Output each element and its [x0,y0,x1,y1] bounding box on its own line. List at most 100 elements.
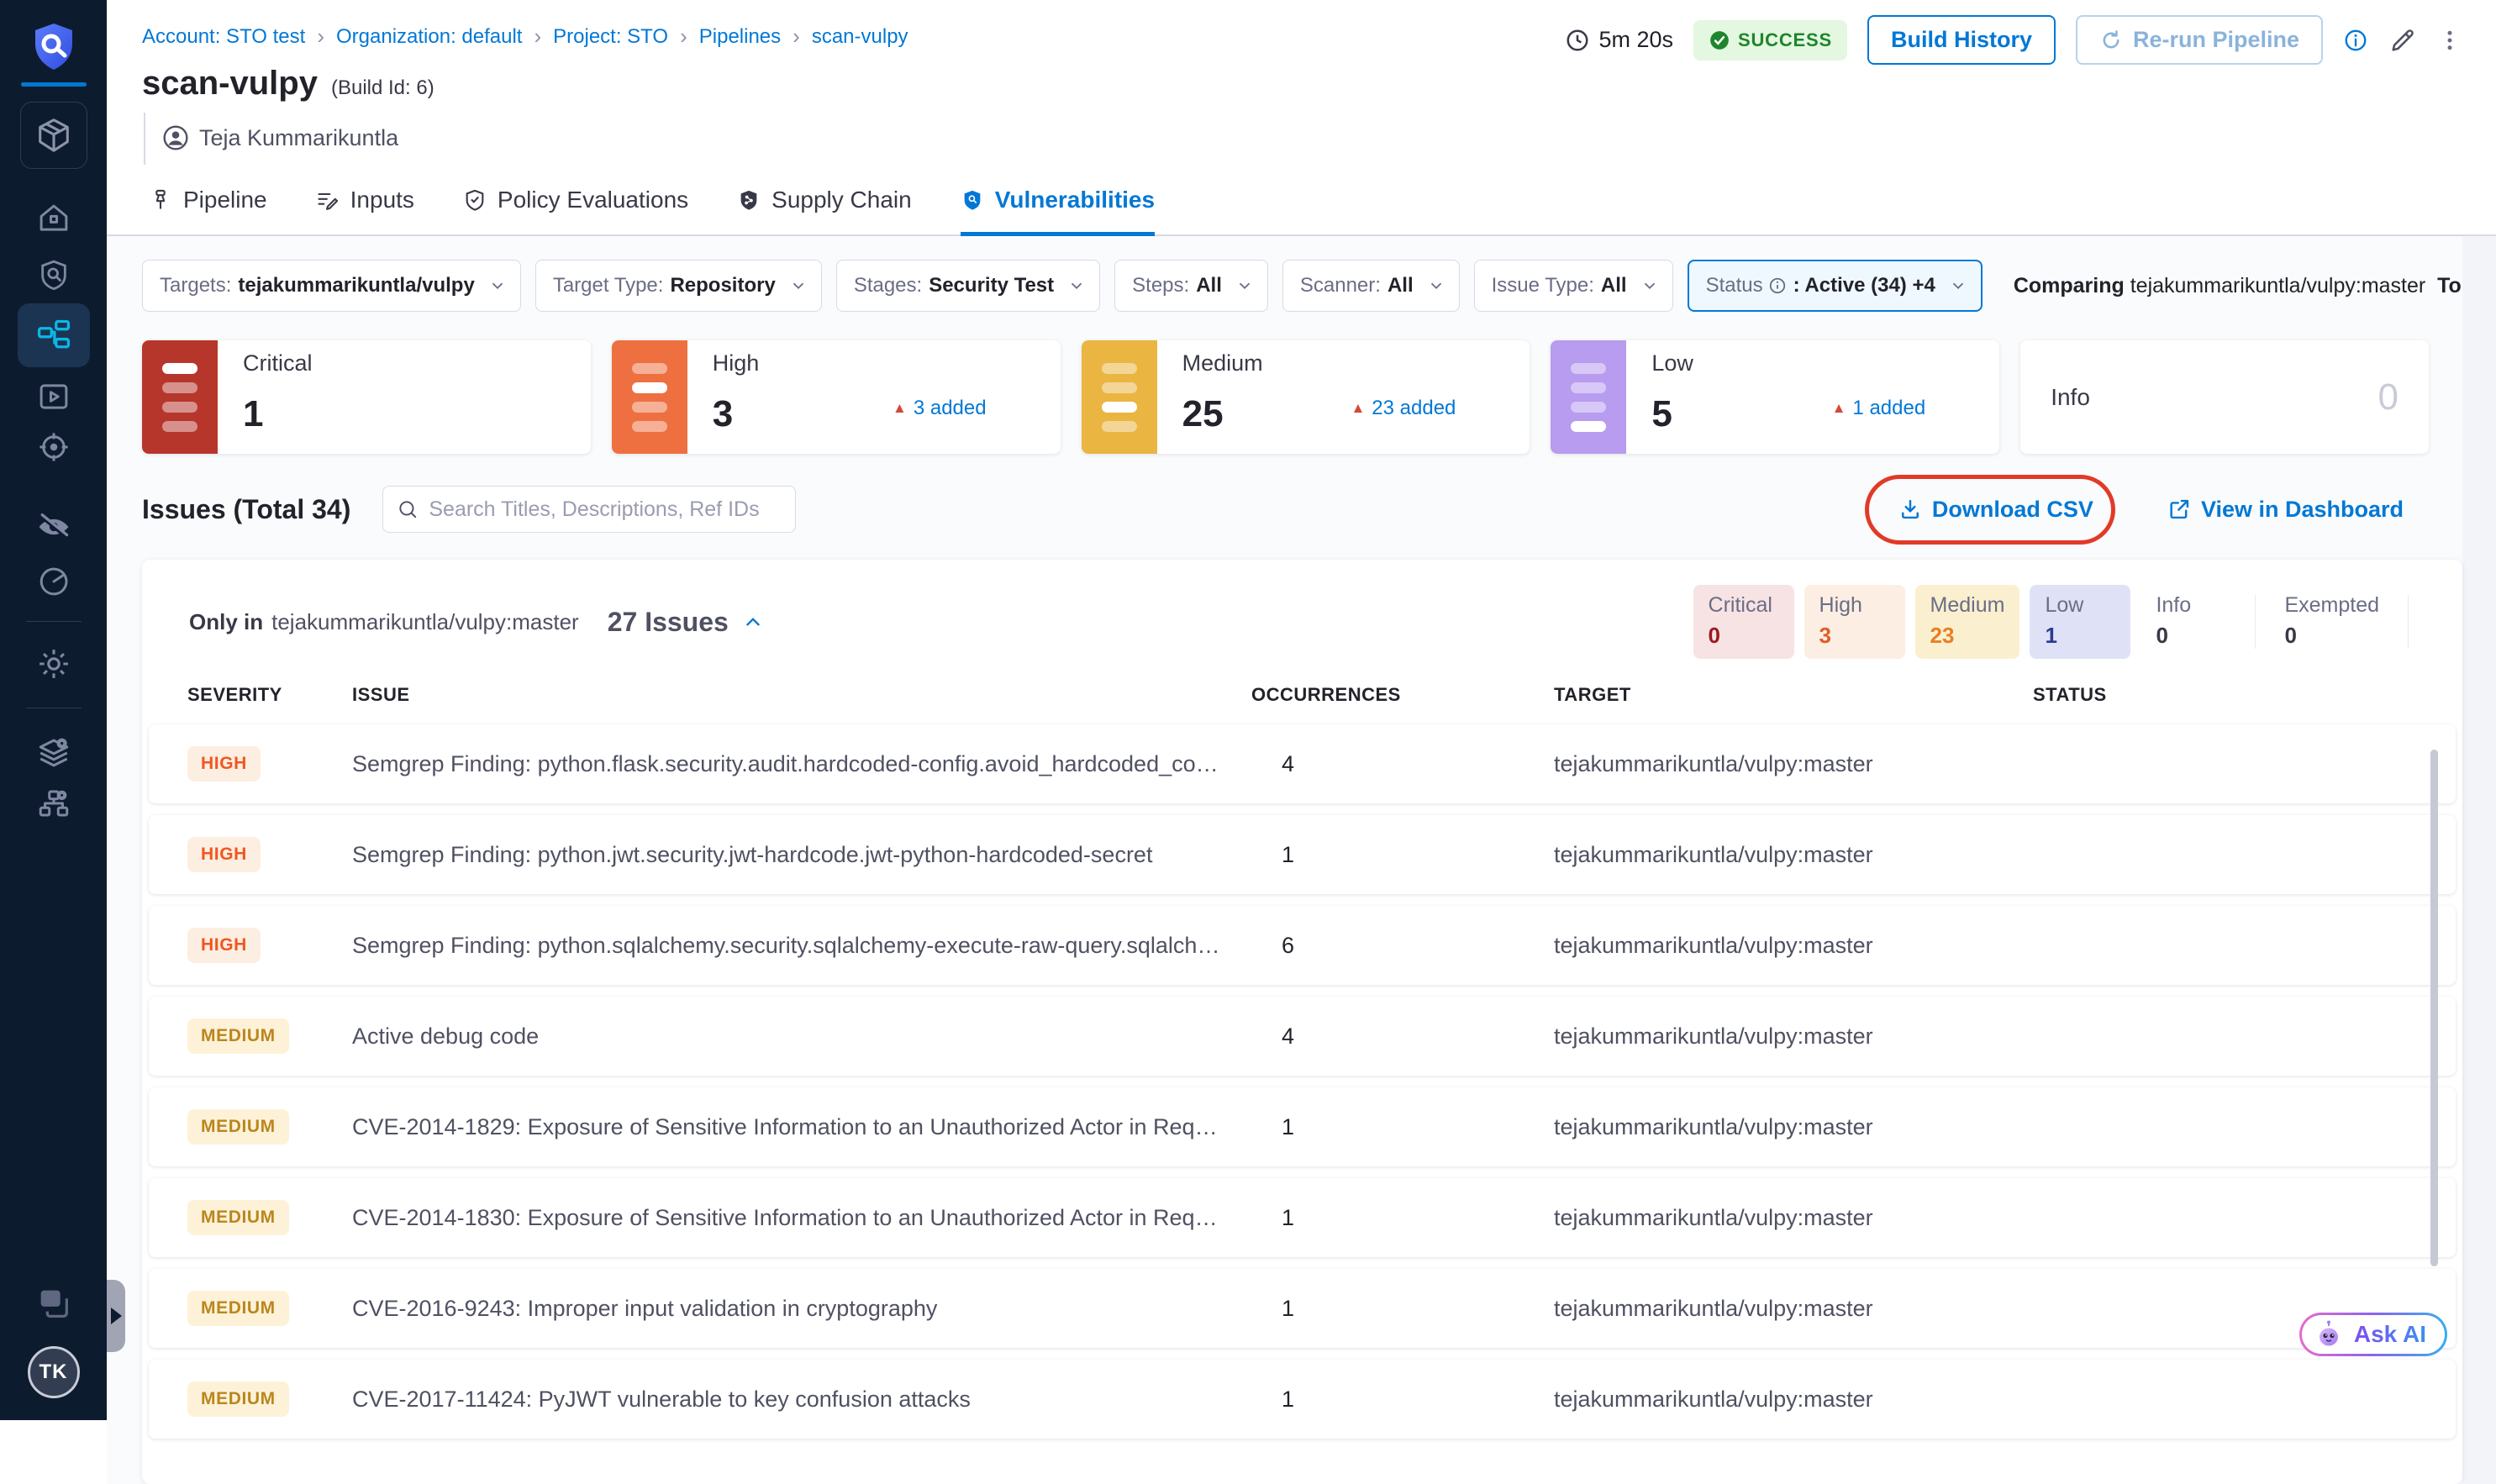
issue-row[interactable]: HIGH Semgrep Finding: python.sqlalchemy.… [149,906,2456,985]
issue-target: tejakummarikuntla/vulpy:master [1554,1387,2033,1413]
sidebar-item-executions[interactable] [36,379,71,414]
more-options-icon[interactable] [2437,28,2462,53]
pipelines-icon [35,317,72,354]
table-scrollbar[interactable] [2430,750,2438,1266]
module-selector-button[interactable] [20,102,87,169]
external-link-icon [2167,497,2191,521]
logo-underline [21,82,87,87]
triangle-up-icon: ▲ [1351,400,1365,417]
info-icon [1768,276,1787,295]
triggered-by-user: Teja Kummarikuntla [199,125,398,151]
issue-row[interactable]: HIGH Semgrep Finding: python.jwt.securit… [149,815,2456,894]
sidebar-divider [26,621,82,622]
breadcrumb-separator: › [793,24,800,50]
chip-critical[interactable]: Critical0 [1693,585,1794,659]
issue-row[interactable]: MEDIUM CVE-2017-11424: PyJWT vulnerable … [149,1360,2456,1439]
home-icon [36,201,71,236]
issue-row[interactable]: HIGH Semgrep Finding: python.flask.secur… [149,724,2456,803]
shield-check-icon [463,188,487,212]
filter-scanner[interactable]: Scanner: All [1282,260,1460,312]
filter-issue-type[interactable]: Issue Type: All [1474,260,1673,312]
chip-low[interactable]: Low1 [2030,585,2130,659]
shield-magnifier-icon [961,188,984,212]
filter-status[interactable]: Status : Active (34) +4 [1688,260,1983,312]
sidebar-item-baselines[interactable] [36,564,71,599]
info-card[interactable]: Info 0 [2020,340,2429,454]
sidebar-item-default-settings[interactable] [36,735,71,771]
sidebar-item-resources[interactable] [36,786,71,821]
issue-row[interactable]: MEDIUM CVE-2014-1829: Exposure of Sensit… [149,1087,2456,1166]
issue-title: CVE-2014-1829: Exposure of Sensitive Inf… [352,1114,1251,1140]
chip-medium[interactable]: Medium23 [1915,585,2020,659]
sidebar-item-test-targets[interactable] [37,258,71,292]
issues-toolbar: Issues (Total 34) Download CSV View in D… [142,486,2404,533]
user-avatar[interactable]: TK [28,1346,80,1398]
tab-policy-evaluations[interactable]: Policy Evaluations [463,187,688,236]
severity-cards: Critical 1 High 3 ▲3 added Medium 25 ▲23… [142,340,2429,454]
chip-info[interactable]: Info0 [2141,585,2241,659]
issue-target: tejakummarikuntla/vulpy:master [1554,933,2033,959]
help-chat-button[interactable]: ? [34,1284,73,1323]
occurrences-count: 1 [1251,1205,1554,1231]
tab-vulnerabilities[interactable]: Vulnerabilities [961,187,1155,236]
comparing-label: Comparing tejakummarikuntla/vulpy:master… [2014,274,2496,298]
rerun-pipeline-button[interactable]: Re-run Pipeline [2076,15,2323,65]
medium-card[interactable]: Medium 25 ▲23 added [1082,340,1530,454]
chevron-down-icon [488,276,507,295]
issues-search[interactable] [382,486,796,533]
page-title: scan-vulpy [142,65,318,103]
occurrences-count: 4 [1251,751,1554,777]
chip-exempted[interactable]: Exempted0 [2269,585,2394,659]
filter-targets[interactable]: Targets: tejakummarikuntla/vulpy [142,260,521,312]
edit-pipeline-icon[interactable] [2388,26,2417,55]
breadcrumb-pipelines[interactable]: Pipelines [699,25,781,49]
collapse-group-icon[interactable] [742,611,764,633]
issue-title: CVE-2016-9243: Improper input validation… [352,1296,1251,1322]
issue-row[interactable]: MEDIUM CVE-2014-1830: Exposure of Sensit… [149,1178,2456,1257]
sidebar-item-exemptions[interactable] [35,508,72,545]
gauge-icon [36,564,71,599]
tab-supply-chain[interactable]: Supply Chain [737,187,912,236]
gear-icon [35,645,72,682]
sidebar-item-targets[interactable] [36,429,71,465]
issue-title: CVE-2014-1830: Exposure of Sensitive Inf… [352,1205,1251,1231]
search-icon [397,498,419,520]
low-card[interactable]: Low 5 ▲1 added [1551,340,1999,454]
ask-ai-button[interactable]: Ask AI [2299,1313,2447,1356]
filter-target-type[interactable]: Target Type: Repository [535,260,822,312]
left-sidebar: ? TK [0,0,107,1420]
critical-severity-bar-icon [142,340,218,454]
breadcrumb-organization[interactable]: Organization: default [336,25,522,49]
eye-slash-icon [35,508,72,545]
severity-badge: HIGH [187,837,261,872]
sidebar-item-pipelines-active[interactable] [18,303,90,367]
issue-row[interactable]: MEDIUM CVE-2016-9243: Improper input val… [149,1269,2456,1348]
high-card[interactable]: High 3 ▲3 added [612,340,1061,454]
only-in-label: Only intejakummarikuntla/vulpy:master [189,609,579,635]
breadcrumb-current[interactable]: scan-vulpy [812,25,908,49]
chip-high[interactable]: High3 [1804,585,1905,659]
info-icon[interactable] [2343,28,2368,53]
column-issue: ISSUE [352,684,1251,706]
page-header: Account: STO test › Organization: default… [107,0,2496,165]
filter-stages[interactable]: Stages: Security Test [836,260,1100,312]
breadcrumb-project[interactable]: Project: STO [553,25,668,49]
view-in-dashboard-button[interactable]: View in Dashboard [2167,497,2404,523]
download-csv-button[interactable]: Download CSV [1898,497,2093,523]
issue-row[interactable]: MEDIUM Active debug code 4 tejakummariku… [149,997,2456,1076]
filter-steps[interactable]: Steps: All [1114,260,1268,312]
tab-pipeline[interactable]: Pipeline [149,187,267,236]
sidebar-item-settings[interactable] [35,645,72,682]
breadcrumb-account[interactable]: Account: STO test [142,25,305,49]
sidebar-expand-handle[interactable] [107,1280,125,1352]
critical-card[interactable]: Critical 1 [142,340,591,454]
search-input[interactable] [429,497,782,522]
build-history-button[interactable]: Build History [1867,15,2056,65]
issue-title: Semgrep Finding: python.jwt.security.jwt… [352,842,1251,868]
tab-inputs[interactable]: Inputs [316,187,414,236]
issue-title: CVE-2017-11424: PyJWT vulnerable to key … [352,1387,1251,1413]
issues-total-title: Issues (Total 34) [142,494,350,525]
occurrences-count: 1 [1251,1387,1554,1413]
medium-added-delta: ▲23 added [1351,397,1456,420]
sidebar-item-home[interactable] [36,201,71,236]
